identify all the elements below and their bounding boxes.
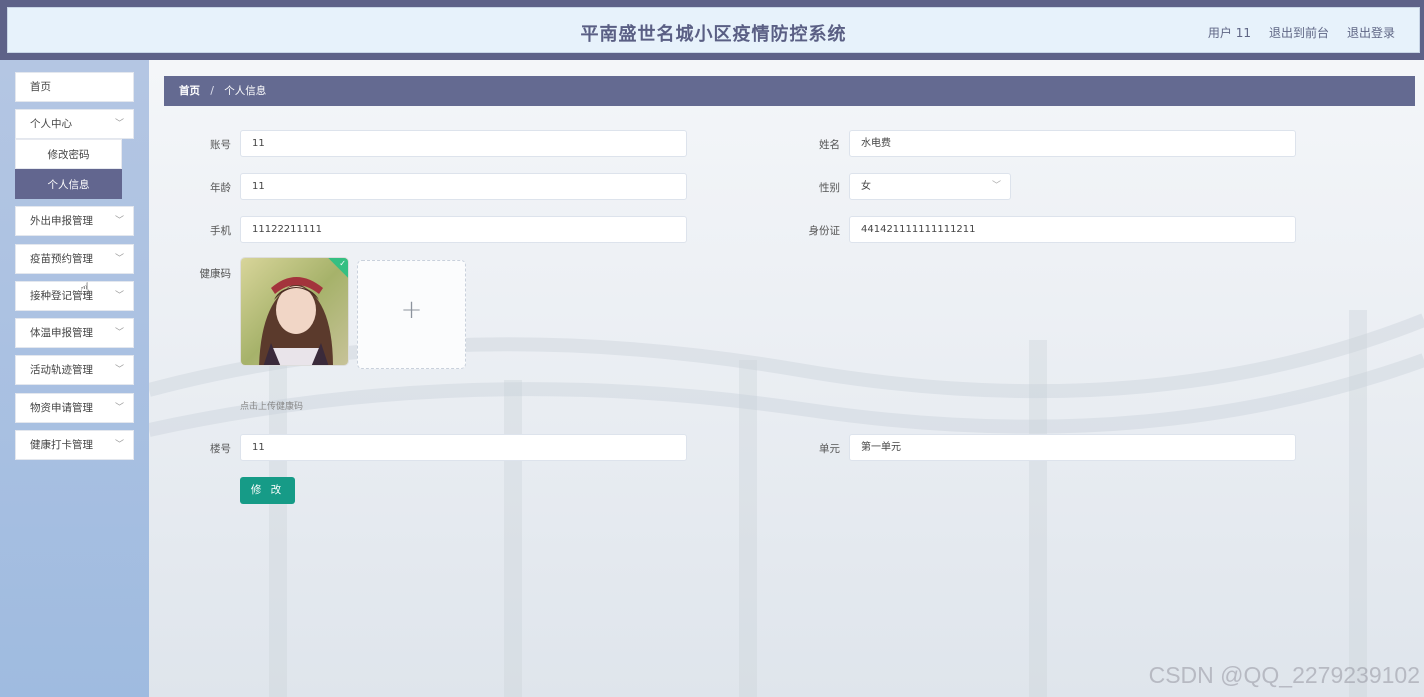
submenu-item-change-password[interactable]: 修改密码 bbox=[15, 139, 122, 169]
gender-value: 女 bbox=[861, 181, 871, 192]
upload-tip: 点击上传健康码 bbox=[240, 402, 304, 412]
healthcode-label: 健康码 bbox=[199, 268, 232, 280]
gender-label: 性别 bbox=[819, 182, 840, 194]
sidebar-item-outing-report[interactable]: 外出申报管理 ﹀ bbox=[15, 206, 134, 236]
user-label[interactable]: 用户 11 bbox=[1208, 24, 1251, 41]
unit-field[interactable]: 第一单元 bbox=[849, 434, 1296, 461]
chevron-down-icon: ﹀ bbox=[114, 403, 124, 413]
header-actions: 用户 11 退出到前台 退出登录 bbox=[1208, 24, 1395, 41]
chevron-down-icon: ﹀ bbox=[114, 365, 124, 375]
plus-icon: + bbox=[400, 295, 423, 325]
sidebar-item-label: 外出申报管理 bbox=[30, 215, 93, 227]
chevron-down-icon: ﹀ bbox=[114, 440, 124, 450]
gender-select[interactable]: 女 ﹀ bbox=[849, 173, 1011, 200]
age-field[interactable]: 11 bbox=[240, 173, 687, 200]
chevron-down-icon: ﹀ bbox=[991, 181, 1001, 191]
chevron-down-icon: ﹀ bbox=[114, 254, 124, 264]
idcard-field[interactable]: 441421111111111211 bbox=[849, 216, 1296, 243]
sidebar-item-label: 疫苗预约管理 bbox=[30, 253, 93, 265]
breadcrumb-separator: / bbox=[210, 85, 214, 97]
breadcrumb-current: 个人信息 bbox=[224, 85, 267, 97]
account-field[interactable]: 11 bbox=[240, 130, 687, 157]
sidebar-item-label: 个人中心 bbox=[30, 118, 72, 130]
chevron-down-icon: ﹀ bbox=[114, 328, 124, 338]
unit-label: 单元 bbox=[819, 443, 840, 455]
chevron-down-icon: ﹀ bbox=[114, 216, 124, 226]
healthcode-image[interactable]: ✓ bbox=[240, 257, 349, 366]
age-label: 年龄 bbox=[210, 182, 231, 194]
sidebar-item-health-checkin[interactable]: 健康打卡管理 ﹀ bbox=[15, 430, 134, 460]
sidebar-item-label: 物资申请管理 bbox=[30, 402, 93, 414]
name-label: 姓名 bbox=[819, 139, 840, 151]
sidebar-item-vaccination-record[interactable]: 接种登记管理 ﹀ bbox=[15, 281, 134, 311]
sidebar: 首页 个人中心 ﹀ 修改密码 个人信息 外出申报管理 ﹀ 疫苗预约管理 ﹀ 接种… bbox=[0, 60, 149, 697]
main-content: 首页 / 个人信息 账号 11 姓名 水电费 年龄 11 性别 女 ﹀ 手机 1… bbox=[149, 60, 1424, 697]
building-label: 楼号 bbox=[210, 443, 231, 455]
sidebar-item-temperature-report[interactable]: 体温申报管理 ﹀ bbox=[15, 318, 134, 348]
breadcrumb-home[interactable]: 首页 bbox=[179, 85, 200, 97]
submenu-item-personal-info[interactable]: 个人信息 bbox=[15, 169, 122, 199]
chevron-down-icon: ﹀ bbox=[114, 291, 124, 301]
upload-button[interactable]: + bbox=[357, 260, 466, 369]
sidebar-item-label: 体温申报管理 bbox=[30, 327, 93, 339]
sidebar-item-label: 健康打卡管理 bbox=[30, 439, 93, 451]
header-bar: 平南盛世名城小区疫情防控系统 用户 11 退出到前台 退出登录 bbox=[7, 7, 1420, 53]
sidebar-item-activity-track[interactable]: 活动轨迹管理 ﹀ bbox=[15, 355, 134, 385]
idcard-label: 身份证 bbox=[808, 225, 841, 237]
exit-to-front-link[interactable]: 退出到前台 bbox=[1269, 24, 1329, 41]
watermark: CSDN @QQ_2279239102 bbox=[1148, 662, 1420, 688]
sidebar-item-label: 活动轨迹管理 bbox=[30, 364, 93, 376]
check-icon: ✓ bbox=[339, 259, 346, 268]
sidebar-item-label: 首页 bbox=[30, 81, 51, 93]
chevron-down-icon: ﹀ bbox=[114, 119, 124, 129]
account-label: 账号 bbox=[210, 139, 231, 151]
hand-cursor-icon: ☝ bbox=[80, 279, 90, 298]
sidebar-item-supplies-request[interactable]: 物资申请管理 ﹀ bbox=[15, 393, 134, 423]
portrait-photo bbox=[241, 258, 348, 365]
sidebar-item-home[interactable]: 首页 bbox=[15, 72, 134, 102]
sidebar-item-personal-center[interactable]: 个人中心 ﹀ bbox=[15, 109, 134, 139]
submit-button[interactable]: 修 改 bbox=[240, 477, 295, 504]
phone-field[interactable]: 11122211111 bbox=[240, 216, 687, 243]
sidebar-item-vaccine-booking[interactable]: 疫苗预约管理 ﹀ bbox=[15, 244, 134, 274]
phone-label: 手机 bbox=[210, 225, 231, 237]
building-field[interactable]: 11 bbox=[240, 434, 687, 461]
name-field[interactable]: 水电费 bbox=[849, 130, 1296, 157]
breadcrumb: 首页 / 个人信息 bbox=[164, 76, 1415, 106]
logout-link[interactable]: 退出登录 bbox=[1347, 24, 1395, 41]
